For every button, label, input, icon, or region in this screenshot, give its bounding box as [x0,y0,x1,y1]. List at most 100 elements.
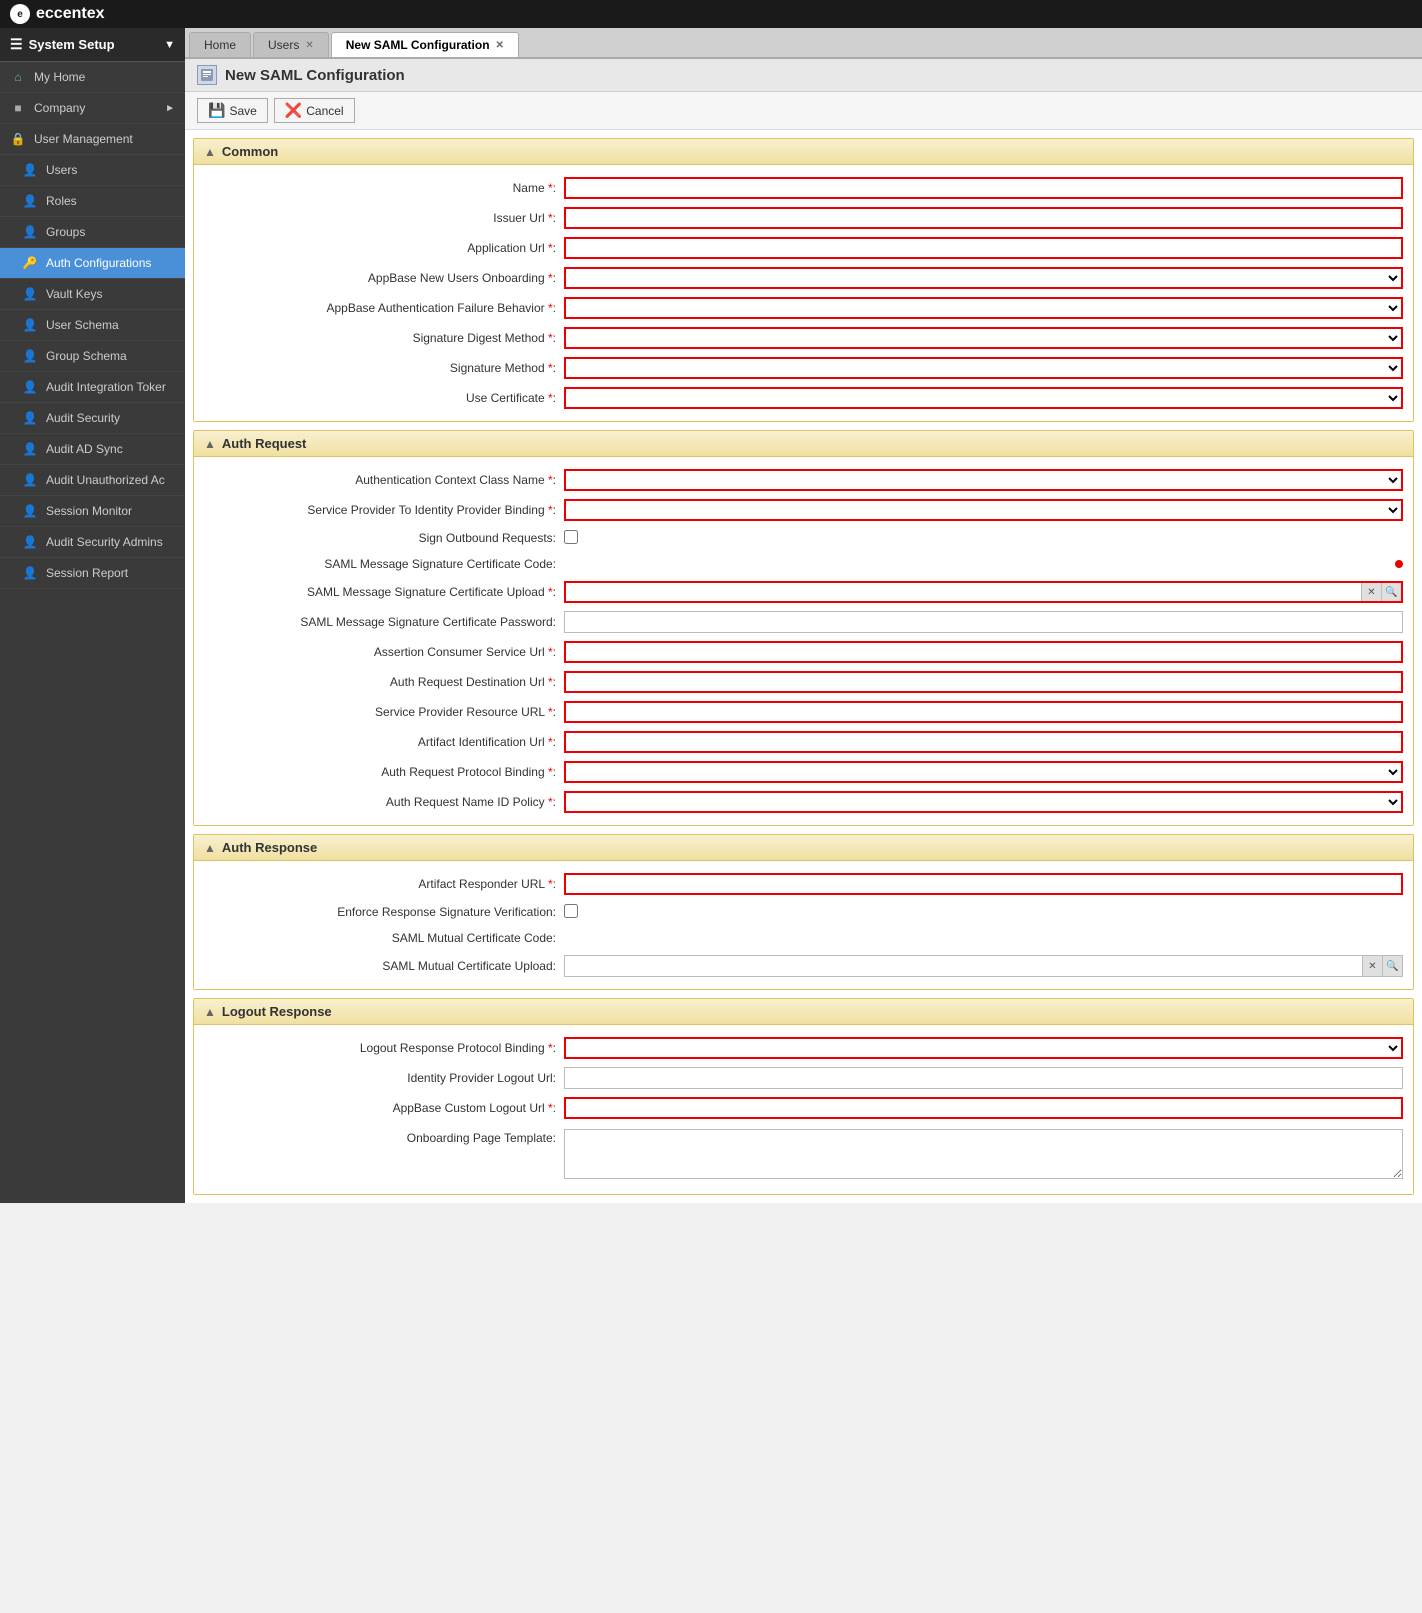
section-logout-response: ▲ Logout Response Logout Response Protoc… [193,998,1414,1195]
tab-users-label: Users [268,38,299,52]
sidebar-item-session-monitor[interactable]: 👤 Session Monitor [0,496,185,527]
input-saml-cert-password[interactable] [564,611,1403,633]
upload-saml-cert: ✕ 🔍 [564,581,1403,603]
upload-clear-btn[interactable]: ✕ [1361,583,1381,601]
select-sig-digest[interactable] [564,327,1403,349]
tab-users[interactable]: Users ✕ [253,32,329,57]
select-auth-nameid[interactable] [564,791,1403,813]
sidebar-item-roles[interactable]: 👤 Roles [0,186,185,217]
select-new-users-onboarding[interactable] [564,267,1403,289]
row-sig-method: Signature Method *: [194,353,1413,383]
upload-browse-btn[interactable]: 🔍 [1381,583,1401,601]
section-common-header[interactable]: ▲ Common [194,139,1413,165]
upload-mutual-clear-btn[interactable]: ✕ [1362,956,1382,976]
row-enforce-response-sig: Enforce Response Signature Verification: [194,899,1413,925]
sidebar-item-group-schema[interactable]: 👤 Group Schema [0,341,185,372]
tab-new-saml-close[interactable]: ✕ [496,40,504,51]
sidebar-item-audit-ad-sync[interactable]: 👤 Audit AD Sync [0,434,185,465]
input-appbase-logout-url[interactable] [564,1097,1403,1119]
checkbox-enforce-response-sig[interactable] [564,904,578,918]
section-auth-response-header[interactable]: ▲ Auth Response [194,835,1413,861]
select-sp-idp-binding[interactable] [564,499,1403,521]
hamburger-icon[interactable]: ☰ [10,36,23,53]
sidebar-item-vault-keys[interactable]: 👤 Vault Keys [0,279,185,310]
input-issuer-url[interactable] [564,207,1403,229]
section-common: ▲ Common Name *: Issuer Url *: [193,138,1414,422]
input-artifact-id-url[interactable] [564,731,1403,753]
sidebar-header[interactable]: ☰ System Setup ▼ [0,28,185,62]
sidebar-label-session-report: Session Report [46,566,128,580]
tab-users-close[interactable]: ✕ [305,40,313,51]
row-artifact-id-url: Artifact Identification Url *: [194,727,1413,757]
upload-saml-mutual-cert-input[interactable] [565,956,1362,976]
sidebar-label-auth-configurations: Auth Configurations [46,256,151,270]
section-auth-request-body: Authentication Context Class Name *: Ser… [194,457,1413,825]
user-mgmt-icon: 🔒 [10,131,26,147]
sidebar-item-audit-unauthorized[interactable]: 👤 Audit Unauthorized Ac [0,465,185,496]
input-name[interactable] [564,177,1403,199]
tab-home-label: Home [204,38,236,52]
users-icon: 👤 [22,162,38,178]
label-sp-idp-binding: Service Provider To Identity Provider Bi… [204,503,564,517]
section-logout-response-body: Logout Response Protocol Binding *: Iden… [194,1025,1413,1194]
cancel-button[interactable]: ❌ Cancel [274,98,355,123]
sidebar-item-company[interactable]: ■ Company ► [0,93,185,124]
label-application-url: Application Url *: [204,241,564,255]
input-artifact-responder[interactable] [564,873,1403,895]
select-auth-failure[interactable] [564,297,1403,319]
select-logout-protocol[interactable] [564,1037,1403,1059]
row-onboarding-template: Onboarding Page Template: [194,1123,1413,1186]
sidebar-item-my-home[interactable]: ⌂ My Home [0,62,185,93]
input-auth-dest-url[interactable] [564,671,1403,693]
section-logout-response-header[interactable]: ▲ Logout Response [194,999,1413,1025]
sidebar-item-user-management[interactable]: 🔒 User Management [0,124,185,155]
row-sig-digest: Signature Digest Method *: [194,323,1413,353]
row-use-cert: Use Certificate *: [194,383,1413,413]
input-application-url[interactable] [564,237,1403,259]
content-area: Home Users ✕ New SAML Configuration ✕ Ne… [185,28,1422,1203]
textarea-onboarding-template[interactable] [564,1129,1403,1179]
sidebar-item-audit-integration-token[interactable]: 👤 Audit Integration Toker [0,372,185,403]
sidebar-item-audit-security[interactable]: 👤 Audit Security [0,403,185,434]
sidebar-label-audit-integration-token: Audit Integration Toker [46,380,166,394]
input-sp-resource-url[interactable] [564,701,1403,723]
upload-saml-cert-input[interactable] [566,583,1361,601]
label-enforce-response-sig: Enforce Response Signature Verification: [204,905,564,919]
sidebar-item-user-schema[interactable]: 👤 User Schema [0,310,185,341]
input-idp-logout-url[interactable] [564,1067,1403,1089]
sidebar-item-auth-configurations[interactable]: 🔑 Auth Configurations [0,248,185,279]
audit-security-admins-icon: 👤 [22,534,38,550]
control-name [564,177,1403,199]
label-onboarding-template: Onboarding Page Template: [204,1129,564,1145]
section-auth-response-body: Artifact Responder URL *: Enforce Respon… [194,861,1413,989]
tab-new-saml[interactable]: New SAML Configuration ✕ [331,32,519,57]
label-appbase-logout-url: AppBase Custom Logout Url *: [204,1101,564,1115]
company-icon: ■ [10,100,26,116]
sidebar: ☰ System Setup ▼ ⌂ My Home ■ Company ► 🔒… [0,28,185,1203]
save-button[interactable]: 💾 Save [197,98,268,123]
sidebar-item-session-report[interactable]: 👤 Session Report [0,558,185,589]
upload-mutual-browse-btn[interactable]: 🔍 [1382,956,1402,976]
label-logout-protocol: Logout Response Protocol Binding *: [204,1041,564,1055]
row-application-url: Application Url *: [194,233,1413,263]
input-assertion-consumer[interactable] [564,641,1403,663]
select-use-cert[interactable] [564,387,1403,409]
sidebar-item-audit-security-admins[interactable]: 👤 Audit Security Admins [0,527,185,558]
app-logo-text: eccentex [36,5,105,23]
sidebar-item-groups[interactable]: 👤 Groups [0,217,185,248]
label-auth-failure: AppBase Authentication Failure Behavior … [204,301,564,315]
label-idp-logout-url: Identity Provider Logout Url: [204,1071,564,1085]
section-auth-response-toggle: ▲ [204,841,216,855]
select-sig-method[interactable] [564,357,1403,379]
select-auth-context[interactable] [564,469,1403,491]
select-auth-protocol[interactable] [564,761,1403,783]
label-artifact-responder: Artifact Responder URL *: [204,877,564,891]
tab-home[interactable]: Home [189,32,251,57]
sidebar-item-users[interactable]: 👤 Users [0,155,185,186]
label-auth-protocol: Auth Request Protocol Binding *: [204,765,564,779]
checkbox-sign-outbound[interactable] [564,530,578,544]
tab-bar: Home Users ✕ New SAML Configuration ✕ [185,28,1422,59]
section-auth-request-header[interactable]: ▲ Auth Request [194,431,1413,457]
user-schema-icon: 👤 [22,317,38,333]
section-auth-request-toggle: ▲ [204,437,216,451]
